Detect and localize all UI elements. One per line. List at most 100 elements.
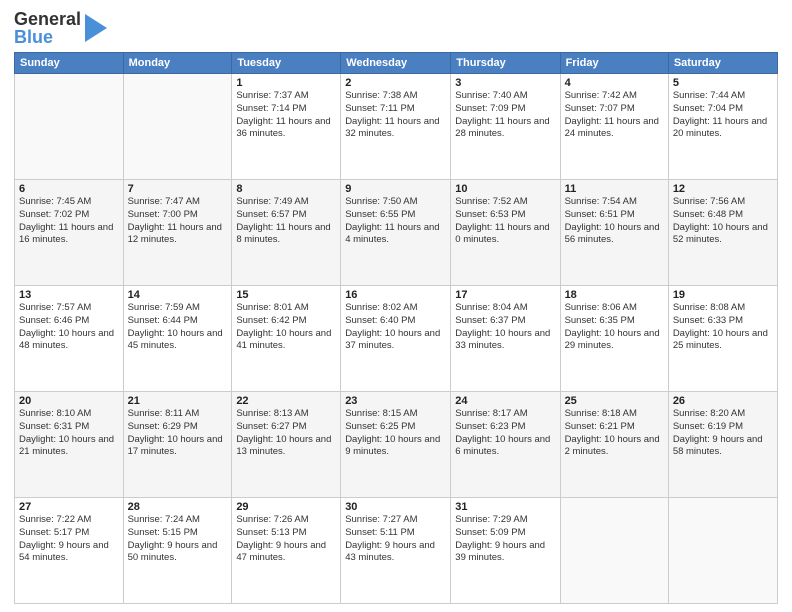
calendar-cell: 25Sunrise: 8:18 AM Sunset: 6:21 PM Dayli… bbox=[560, 392, 668, 498]
day-number: 14 bbox=[128, 289, 228, 301]
day-info: Sunrise: 7:45 AM Sunset: 7:02 PM Dayligh… bbox=[19, 196, 119, 247]
header: General Blue bbox=[14, 10, 778, 46]
day-number: 25 bbox=[565, 395, 664, 407]
calendar-cell: 21Sunrise: 8:11 AM Sunset: 6:29 PM Dayli… bbox=[123, 392, 232, 498]
day-number: 26 bbox=[673, 395, 773, 407]
calendar-cell: 10Sunrise: 7:52 AM Sunset: 6:53 PM Dayli… bbox=[451, 180, 560, 286]
calendar-cell: 4Sunrise: 7:42 AM Sunset: 7:07 PM Daylig… bbox=[560, 74, 668, 180]
logo: General Blue bbox=[14, 10, 107, 46]
day-number: 2 bbox=[345, 77, 446, 89]
col-header-sunday: Sunday bbox=[15, 53, 124, 74]
day-number: 10 bbox=[455, 183, 555, 195]
calendar-cell bbox=[15, 74, 124, 180]
col-header-tuesday: Tuesday bbox=[232, 53, 341, 74]
calendar-week-row: 20Sunrise: 8:10 AM Sunset: 6:31 PM Dayli… bbox=[15, 392, 778, 498]
calendar-header-row: SundayMondayTuesdayWednesdayThursdayFrid… bbox=[15, 53, 778, 74]
day-number: 24 bbox=[455, 395, 555, 407]
col-header-monday: Monday bbox=[123, 53, 232, 74]
day-number: 19 bbox=[673, 289, 773, 301]
day-info: Sunrise: 8:17 AM Sunset: 6:23 PM Dayligh… bbox=[455, 408, 555, 459]
calendar-week-row: 13Sunrise: 7:57 AM Sunset: 6:46 PM Dayli… bbox=[15, 286, 778, 392]
calendar-cell: 31Sunrise: 7:29 AM Sunset: 5:09 PM Dayli… bbox=[451, 498, 560, 604]
calendar-cell: 20Sunrise: 8:10 AM Sunset: 6:31 PM Dayli… bbox=[15, 392, 124, 498]
day-info: Sunrise: 8:10 AM Sunset: 6:31 PM Dayligh… bbox=[19, 408, 119, 459]
calendar-cell: 14Sunrise: 7:59 AM Sunset: 6:44 PM Dayli… bbox=[123, 286, 232, 392]
calendar-cell: 27Sunrise: 7:22 AM Sunset: 5:17 PM Dayli… bbox=[15, 498, 124, 604]
day-number: 11 bbox=[565, 183, 664, 195]
calendar-cell: 11Sunrise: 7:54 AM Sunset: 6:51 PM Dayli… bbox=[560, 180, 668, 286]
day-number: 9 bbox=[345, 183, 446, 195]
calendar-cell: 24Sunrise: 8:17 AM Sunset: 6:23 PM Dayli… bbox=[451, 392, 560, 498]
page: General Blue SundayMondayTuesdayWednesda… bbox=[0, 0, 792, 612]
calendar-cell: 26Sunrise: 8:20 AM Sunset: 6:19 PM Dayli… bbox=[668, 392, 777, 498]
day-number: 5 bbox=[673, 77, 773, 89]
day-number: 13 bbox=[19, 289, 119, 301]
col-header-thursday: Thursday bbox=[451, 53, 560, 74]
calendar-cell: 2Sunrise: 7:38 AM Sunset: 7:11 PM Daylig… bbox=[341, 74, 451, 180]
day-info: Sunrise: 8:01 AM Sunset: 6:42 PM Dayligh… bbox=[236, 302, 336, 353]
calendar-cell: 3Sunrise: 7:40 AM Sunset: 7:09 PM Daylig… bbox=[451, 74, 560, 180]
day-info: Sunrise: 7:24 AM Sunset: 5:15 PM Dayligh… bbox=[128, 514, 228, 565]
calendar-cell: 19Sunrise: 8:08 AM Sunset: 6:33 PM Dayli… bbox=[668, 286, 777, 392]
calendar-week-row: 27Sunrise: 7:22 AM Sunset: 5:17 PM Dayli… bbox=[15, 498, 778, 604]
calendar-cell: 22Sunrise: 8:13 AM Sunset: 6:27 PM Dayli… bbox=[232, 392, 341, 498]
calendar-cell: 7Sunrise: 7:47 AM Sunset: 7:00 PM Daylig… bbox=[123, 180, 232, 286]
day-info: Sunrise: 7:27 AM Sunset: 5:11 PM Dayligh… bbox=[345, 514, 446, 565]
day-number: 29 bbox=[236, 501, 336, 513]
calendar-cell: 23Sunrise: 8:15 AM Sunset: 6:25 PM Dayli… bbox=[341, 392, 451, 498]
day-number: 20 bbox=[19, 395, 119, 407]
calendar-cell: 16Sunrise: 8:02 AM Sunset: 6:40 PM Dayli… bbox=[341, 286, 451, 392]
day-info: Sunrise: 7:56 AM Sunset: 6:48 PM Dayligh… bbox=[673, 196, 773, 247]
day-info: Sunrise: 7:50 AM Sunset: 6:55 PM Dayligh… bbox=[345, 196, 446, 247]
calendar-cell: 28Sunrise: 7:24 AM Sunset: 5:15 PM Dayli… bbox=[123, 498, 232, 604]
day-info: Sunrise: 8:20 AM Sunset: 6:19 PM Dayligh… bbox=[673, 408, 773, 459]
day-number: 17 bbox=[455, 289, 555, 301]
calendar-cell: 13Sunrise: 7:57 AM Sunset: 6:46 PM Dayli… bbox=[15, 286, 124, 392]
calendar-cell: 18Sunrise: 8:06 AM Sunset: 6:35 PM Dayli… bbox=[560, 286, 668, 392]
calendar-cell: 29Sunrise: 7:26 AM Sunset: 5:13 PM Dayli… bbox=[232, 498, 341, 604]
day-info: Sunrise: 7:52 AM Sunset: 6:53 PM Dayligh… bbox=[455, 196, 555, 247]
calendar-week-row: 6Sunrise: 7:45 AM Sunset: 7:02 PM Daylig… bbox=[15, 180, 778, 286]
calendar-cell: 5Sunrise: 7:44 AM Sunset: 7:04 PM Daylig… bbox=[668, 74, 777, 180]
day-number: 16 bbox=[345, 289, 446, 301]
day-info: Sunrise: 8:02 AM Sunset: 6:40 PM Dayligh… bbox=[345, 302, 446, 353]
day-info: Sunrise: 8:15 AM Sunset: 6:25 PM Dayligh… bbox=[345, 408, 446, 459]
day-number: 21 bbox=[128, 395, 228, 407]
day-info: Sunrise: 7:49 AM Sunset: 6:57 PM Dayligh… bbox=[236, 196, 336, 247]
day-number: 18 bbox=[565, 289, 664, 301]
calendar-cell: 6Sunrise: 7:45 AM Sunset: 7:02 PM Daylig… bbox=[15, 180, 124, 286]
calendar-cell: 15Sunrise: 8:01 AM Sunset: 6:42 PM Dayli… bbox=[232, 286, 341, 392]
day-number: 12 bbox=[673, 183, 773, 195]
calendar-cell: 30Sunrise: 7:27 AM Sunset: 5:11 PM Dayli… bbox=[341, 498, 451, 604]
day-info: Sunrise: 7:26 AM Sunset: 5:13 PM Dayligh… bbox=[236, 514, 336, 565]
day-info: Sunrise: 7:42 AM Sunset: 7:07 PM Dayligh… bbox=[565, 90, 664, 141]
day-info: Sunrise: 8:04 AM Sunset: 6:37 PM Dayligh… bbox=[455, 302, 555, 353]
day-info: Sunrise: 7:38 AM Sunset: 7:11 PM Dayligh… bbox=[345, 90, 446, 141]
day-number: 1 bbox=[236, 77, 336, 89]
day-number: 27 bbox=[19, 501, 119, 513]
calendar-week-row: 1Sunrise: 7:37 AM Sunset: 7:14 PM Daylig… bbox=[15, 74, 778, 180]
col-header-friday: Friday bbox=[560, 53, 668, 74]
day-number: 15 bbox=[236, 289, 336, 301]
day-info: Sunrise: 8:18 AM Sunset: 6:21 PM Dayligh… bbox=[565, 408, 664, 459]
day-number: 7 bbox=[128, 183, 228, 195]
day-number: 8 bbox=[236, 183, 336, 195]
calendar-cell bbox=[560, 498, 668, 604]
day-number: 23 bbox=[345, 395, 446, 407]
calendar-cell: 8Sunrise: 7:49 AM Sunset: 6:57 PM Daylig… bbox=[232, 180, 341, 286]
day-info: Sunrise: 8:13 AM Sunset: 6:27 PM Dayligh… bbox=[236, 408, 336, 459]
calendar-cell: 1Sunrise: 7:37 AM Sunset: 7:14 PM Daylig… bbox=[232, 74, 341, 180]
day-number: 28 bbox=[128, 501, 228, 513]
day-number: 30 bbox=[345, 501, 446, 513]
col-header-saturday: Saturday bbox=[668, 53, 777, 74]
day-info: Sunrise: 7:59 AM Sunset: 6:44 PM Dayligh… bbox=[128, 302, 228, 353]
logo-arrow-icon bbox=[85, 14, 107, 42]
calendar-cell bbox=[123, 74, 232, 180]
day-info: Sunrise: 7:40 AM Sunset: 7:09 PM Dayligh… bbox=[455, 90, 555, 141]
day-info: Sunrise: 7:57 AM Sunset: 6:46 PM Dayligh… bbox=[19, 302, 119, 353]
day-info: Sunrise: 7:44 AM Sunset: 7:04 PM Dayligh… bbox=[673, 90, 773, 141]
logo-general: General bbox=[14, 10, 81, 28]
logo-blue: Blue bbox=[14, 28, 81, 46]
calendar-table: SundayMondayTuesdayWednesdayThursdayFrid… bbox=[14, 52, 778, 604]
calendar-cell: 9Sunrise: 7:50 AM Sunset: 6:55 PM Daylig… bbox=[341, 180, 451, 286]
